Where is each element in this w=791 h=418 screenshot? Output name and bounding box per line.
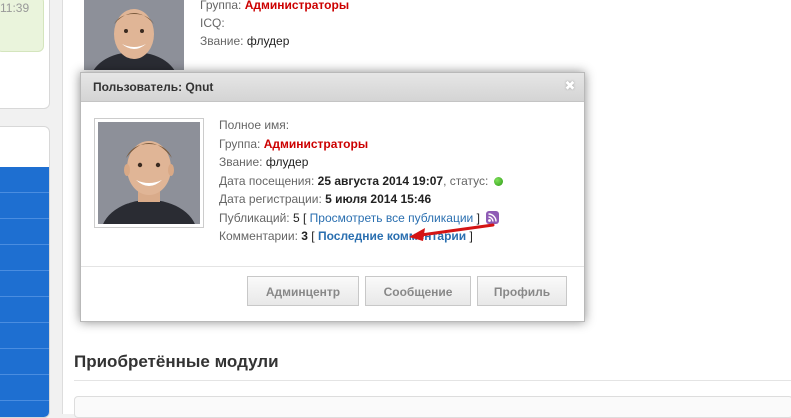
status-label: , статус: xyxy=(443,173,489,188)
group-label: Группа: xyxy=(219,136,261,151)
bg-icq-label: ICQ: xyxy=(200,16,225,30)
module-box xyxy=(74,396,791,418)
popup-title: Пользователь: Qnut xyxy=(93,80,214,94)
pubs-count: 5 xyxy=(292,210,300,225)
profile-button[interactable]: Профиль xyxy=(477,276,567,306)
bg-rank-label: Звание: xyxy=(200,34,244,48)
close-icon[interactable]: ✖ xyxy=(562,78,578,94)
comments-label: Комментарии: xyxy=(219,229,298,243)
fullname-label: Полное имя: xyxy=(219,118,290,132)
message-button[interactable]: Сообщение xyxy=(365,276,471,306)
arrow-annotation-icon xyxy=(409,223,495,241)
admin-center-button[interactable]: Админцентр xyxy=(247,276,359,306)
bg-group-value: Администраторы xyxy=(244,0,350,12)
pubs-label: Публикаций: xyxy=(219,210,290,225)
visit-label: Дата посещения: xyxy=(219,173,315,188)
avatar xyxy=(98,122,200,224)
background-avatar xyxy=(84,0,184,70)
left-nav-card xyxy=(0,126,50,418)
section-divider xyxy=(74,380,791,381)
group-value: Администраторы xyxy=(263,136,369,151)
reg-label: Дата регистрации: xyxy=(219,192,322,206)
popup-divider xyxy=(81,266,584,267)
left-nav-menu[interactable] xyxy=(0,167,49,417)
bg-group-label: Группа: xyxy=(200,0,242,12)
user-popup: Пользователь: Qnut ✖ Полное имя: Группа:… xyxy=(80,72,585,322)
bracket-open: [ xyxy=(302,210,307,225)
time-badge: 11:39 xyxy=(0,0,44,52)
reg-value: 5 июля 2014 15:46 xyxy=(325,192,432,206)
left-column: 11:39 xyxy=(0,0,62,418)
bg-rank-value: флудер xyxy=(246,34,290,48)
avatar-frame xyxy=(94,118,204,228)
section-title: Приобретённые модули xyxy=(74,352,279,371)
status-online-icon xyxy=(493,176,503,186)
time-text: 11:39 xyxy=(0,1,30,15)
popup-header: Пользователь: Qnut ✖ xyxy=(81,73,584,102)
rank-value: флудер xyxy=(265,155,309,169)
comments-count: 3 xyxy=(301,229,308,243)
rank-label: Звание: xyxy=(219,155,263,169)
bracket-open-2: [ xyxy=(311,229,315,243)
visit-value: 25 августа 2014 19:07 xyxy=(317,173,444,188)
background-profile-info: Группа: Администраторы ICQ: Звание: флуд… xyxy=(200,0,349,50)
